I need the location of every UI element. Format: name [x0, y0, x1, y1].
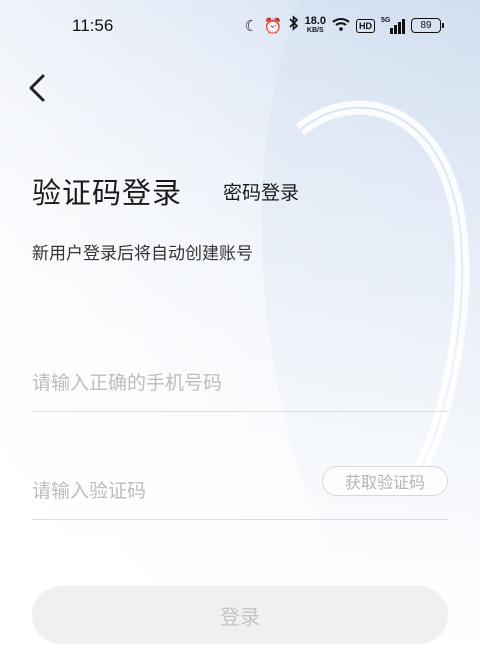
verification-code-input[interactable]: [32, 463, 302, 519]
chevron-left-icon: [29, 74, 45, 102]
page-title: 验证码登录: [32, 176, 183, 210]
bluetooth-icon: [289, 15, 299, 36]
get-code-button[interactable]: 获取验证码: [322, 466, 448, 496]
password-login-link[interactable]: 密码登录: [223, 178, 299, 205]
page-subtitle: 新用户登录后将自动创建账号: [32, 244, 253, 264]
verification-code-field: 获取验证码: [32, 463, 448, 520]
login-button[interactable]: 登录: [32, 586, 448, 644]
network-type: 5G: [381, 16, 391, 24]
back-button[interactable]: [24, 70, 56, 106]
battery-level: 89: [411, 18, 441, 33]
alarm-icon: ⏰: [263, 16, 283, 35]
moon-icon: ☾: [244, 16, 258, 35]
hd-badge: HD: [356, 18, 375, 33]
net-speed-value: 18.0: [304, 14, 326, 27]
phone-field: [32, 355, 448, 412]
battery-icon: 89: [411, 18, 444, 33]
net-speed: 18.0 KB/S: [304, 14, 326, 35]
net-speed-unit: KB/S: [306, 26, 324, 34]
phone-input[interactable]: [32, 355, 448, 411]
signal-icon: 5G: [381, 16, 405, 34]
status-bar: 11:56 ☾ ⏰ 18.0 KB/S HD 5G 89: [0, 0, 480, 54]
status-time: 11:56: [72, 16, 114, 35]
wifi-icon: [332, 16, 350, 35]
status-icons: ☾ ⏰ 18.0 KB/S HD 5G 89: [244, 15, 444, 36]
